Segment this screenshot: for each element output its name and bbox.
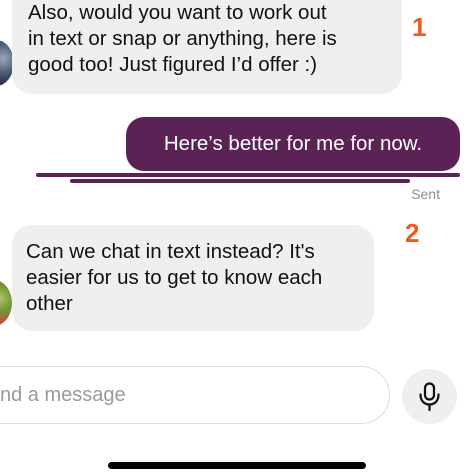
incoming-message-bubble[interactable]: Can we chat in text instead? It's easier…	[12, 225, 374, 331]
microphone-button[interactable]	[402, 369, 457, 424]
highlight-underline	[70, 179, 410, 183]
incoming-message-bubble[interactable]: Also, would you want to work out in text…	[12, 0, 402, 94]
home-indicator[interactable]	[108, 462, 366, 469]
annotation-marker-2: 2	[405, 218, 420, 248]
outgoing-message-bubble[interactable]: Here’s better for me for now.	[126, 117, 460, 171]
contact-avatar[interactable]	[0, 280, 12, 326]
message-input-placeholder: nd a message	[0, 384, 126, 406]
microphone-icon	[419, 382, 440, 412]
message-status: Sent	[411, 186, 440, 202]
chat-screen: Also, would you want to work out in text…	[0, 0, 474, 474]
annotation-marker-1: 1	[412, 12, 427, 42]
highlight-underline	[36, 173, 460, 177]
